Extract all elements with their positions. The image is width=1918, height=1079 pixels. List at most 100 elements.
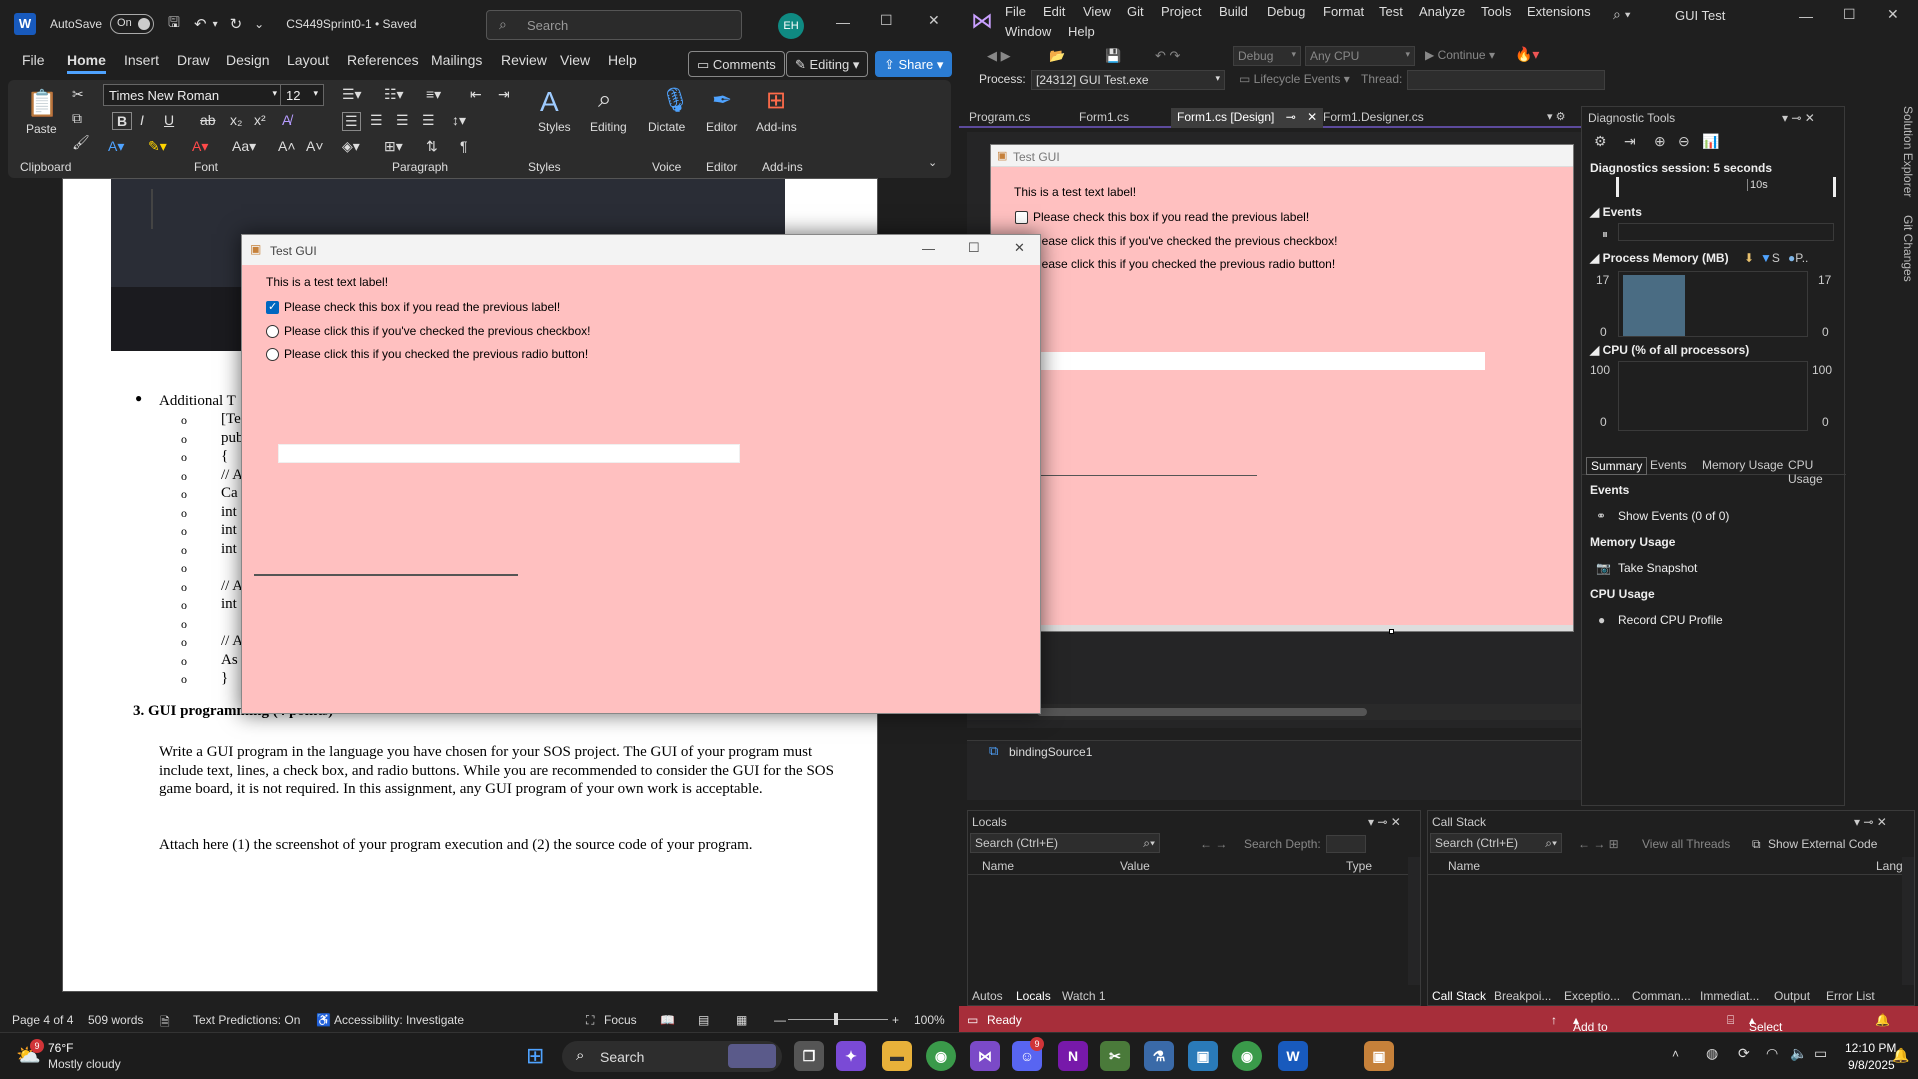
strikethrough-icon[interactable]: ab (200, 112, 216, 128)
proofing-icon[interactable]: 🗎 (160, 1013, 170, 1034)
open-file-icon[interactable]: 📂 (1049, 48, 1065, 64)
view-all-threads[interactable]: View all Threads (1642, 837, 1730, 851)
test-gui-titlebar[interactable]: ▣ Test GUI — ☐ ✕ (242, 235, 1040, 265)
bold-icon[interactable]: B (112, 112, 132, 130)
read-label-checkbox[interactable]: ✓ (266, 301, 279, 314)
cut-icon[interactable]: ✂ (72, 86, 84, 103)
close-icon[interactable]: ✕ (928, 12, 940, 29)
tab-locals[interactable]: Locals (1016, 989, 1051, 1003)
tab-review[interactable]: Review (501, 52, 547, 68)
font-name-select[interactable]: Times New Roman ▾ (103, 84, 283, 106)
text-predictions[interactable]: Text Predictions: On (193, 1013, 300, 1027)
menu-extensions[interactable]: Extensions (1527, 4, 1591, 19)
thread-select[interactable] (1407, 70, 1605, 90)
menu-analyze[interactable]: Analyze (1419, 4, 1465, 19)
radio-2-label[interactable]: Please click this if you checked the pre… (284, 347, 588, 361)
dictate-label[interactable]: Dictate (648, 120, 685, 134)
addins-icon[interactable]: ⊞ (766, 86, 786, 115)
test-gui-maximize-icon[interactable]: ☐ (968, 240, 980, 256)
locals-nav-icons[interactable]: ← → (1200, 837, 1227, 851)
tab-help[interactable]: Help (608, 52, 637, 68)
designer-radio1-label[interactable]: lease click this if you've checked the p… (1039, 234, 1337, 248)
bullets-icon[interactable]: ☰▾ (342, 86, 362, 103)
align-right-icon[interactable]: ☰ (396, 112, 409, 129)
font-color-icon[interactable]: A▾ (192, 138, 208, 155)
callstack-scrollbar[interactable] (1902, 857, 1914, 985)
menu-edit[interactable]: Edit (1043, 4, 1065, 19)
customize-qat-icon[interactable]: ⌄ (254, 17, 264, 31)
autosave-toggle[interactable]: On (110, 14, 155, 34)
show-marks-icon[interactable]: ¶ (460, 138, 468, 154)
shrink-font-icon[interactable]: A˅ (306, 138, 324, 154)
checkbox-label[interactable]: Please check this box if you read the pr… (284, 300, 560, 314)
tab-insert[interactable]: Insert (124, 52, 159, 68)
designer-line[interactable] (1041, 475, 1257, 476)
platform-select[interactable]: Any CPU ▾ (1305, 46, 1415, 66)
callstack-nav-icons[interactable]: ← → ⊞ (1578, 837, 1619, 851)
memory-header[interactable]: ◢ Process Memory (MB) (1590, 251, 1729, 265)
text-effects-icon[interactable]: A▾ (108, 138, 124, 155)
record-cpu-link[interactable]: Record CPU Profile (1618, 613, 1723, 627)
menu-debug[interactable]: Debug (1267, 4, 1305, 19)
hot-reload-icon[interactable]: 🔥▾ (1515, 46, 1539, 63)
task-view-icon[interactable]: ❐ (794, 1041, 824, 1071)
tab-form1-designer-cs[interactable]: Form1.Designer.cs (1317, 108, 1430, 128)
diag-tab-summary[interactable]: Summary (1586, 457, 1648, 475)
find-icon[interactable]: ⌕ (598, 86, 611, 114)
cpu-header[interactable]: ◢ CPU (% of all processors) (1590, 343, 1749, 357)
maximize-icon[interactable]: ☐ (880, 12, 893, 29)
sort-icon[interactable]: ⇅ (426, 138, 438, 155)
tab-output[interactable]: Output (1774, 989, 1810, 1003)
zoom-out-diag-icon[interactable]: ⊖ (1678, 133, 1690, 150)
paste-icon[interactable]: 📋 (26, 88, 58, 119)
italic-icon[interactable]: I (140, 112, 144, 128)
tab-error-list[interactable]: Error List (1826, 989, 1875, 1003)
zoom-level[interactable]: 100% (914, 1013, 945, 1027)
justify-icon[interactable]: ☰ (422, 112, 435, 129)
tab-exceptions[interactable]: Exceptio... (1564, 989, 1620, 1003)
resize-handle[interactable] (1389, 629, 1394, 634)
align-left-icon[interactable]: ☰ (342, 112, 361, 131)
editing-label[interactable]: Editing (590, 120, 627, 134)
add-source-control[interactable]: Add to Source Control ▴ (1573, 1013, 1612, 1062)
vs-minimize-icon[interactable]: — (1799, 8, 1813, 24)
radio-button-1[interactable] (266, 325, 279, 338)
diag-tab-cpu[interactable]: CPU Usage (1788, 458, 1846, 486)
pin-icon[interactable]: ⊸ (1286, 110, 1296, 124)
designer-textbox[interactable] (1041, 352, 1485, 370)
word-taskbar-icon[interactable]: W (1278, 1041, 1308, 1071)
tab-program-cs[interactable]: Program.cs (963, 108, 1036, 128)
tab-view[interactable]: View (560, 52, 590, 68)
read-mode-icon[interactable]: 📖 (660, 1013, 675, 1027)
diag-tab-memory[interactable]: Memory Usage (1702, 458, 1783, 472)
clock-time[interactable]: 12:10 PM (1845, 1041, 1896, 1055)
tray-app-icon[interactable]: ◍ (1706, 1045, 1718, 1062)
vs-undo-icon[interactable]: ↶ ↷ (1155, 48, 1180, 64)
wifi-icon[interactable]: ◠ (1766, 1045, 1778, 1062)
word-count[interactable]: 509 words (88, 1013, 143, 1027)
avatar[interactable]: EH (778, 13, 804, 39)
tab-breakpoints[interactable]: Breakpoi... (1494, 989, 1551, 1003)
superscript-icon[interactable]: x² (254, 112, 266, 128)
side-tab-solution-explorer[interactable]: Solution Explorer (1901, 106, 1915, 197)
tab-design[interactable]: Design (226, 52, 270, 68)
binding-source-label[interactable]: bindingSource1 (1009, 745, 1092, 759)
events-header[interactable]: ◢ Events (1590, 205, 1642, 219)
onenote-icon[interactable]: N (1058, 1041, 1088, 1071)
notification-center-icon[interactable]: 🔔 (1892, 1047, 1909, 1064)
increase-indent-icon[interactable]: ⇥ (498, 86, 510, 103)
print-layout-icon[interactable]: ▤ (698, 1013, 709, 1027)
designer-form[interactable]: ▣ Test GUI This is a test text label! Pl… (990, 144, 1574, 634)
notifications-icon[interactable]: 🔔 (1875, 1013, 1890, 1027)
pause-icon[interactable]: ⏸ (1602, 227, 1608, 242)
app-icon-1[interactable]: ⚗ (1144, 1041, 1174, 1071)
tab-command[interactable]: Comman... (1632, 989, 1691, 1003)
taskbar-search[interactable]: ⌕ Search (562, 1041, 782, 1072)
menu-tools[interactable]: Tools (1481, 4, 1511, 19)
continue-button[interactable]: ▶ Continue ▾ (1425, 48, 1495, 62)
process-select[interactable]: [24312] GUI Test.exe ▾ (1031, 70, 1225, 90)
change-case-icon[interactable]: Aa▾ (232, 138, 256, 155)
tab-immediate[interactable]: Immediat... (1700, 989, 1759, 1003)
copy-icon[interactable]: ⧉ (72, 110, 82, 127)
locals-search[interactable]: Search (Ctrl+E) ⌕▾ (970, 833, 1160, 853)
